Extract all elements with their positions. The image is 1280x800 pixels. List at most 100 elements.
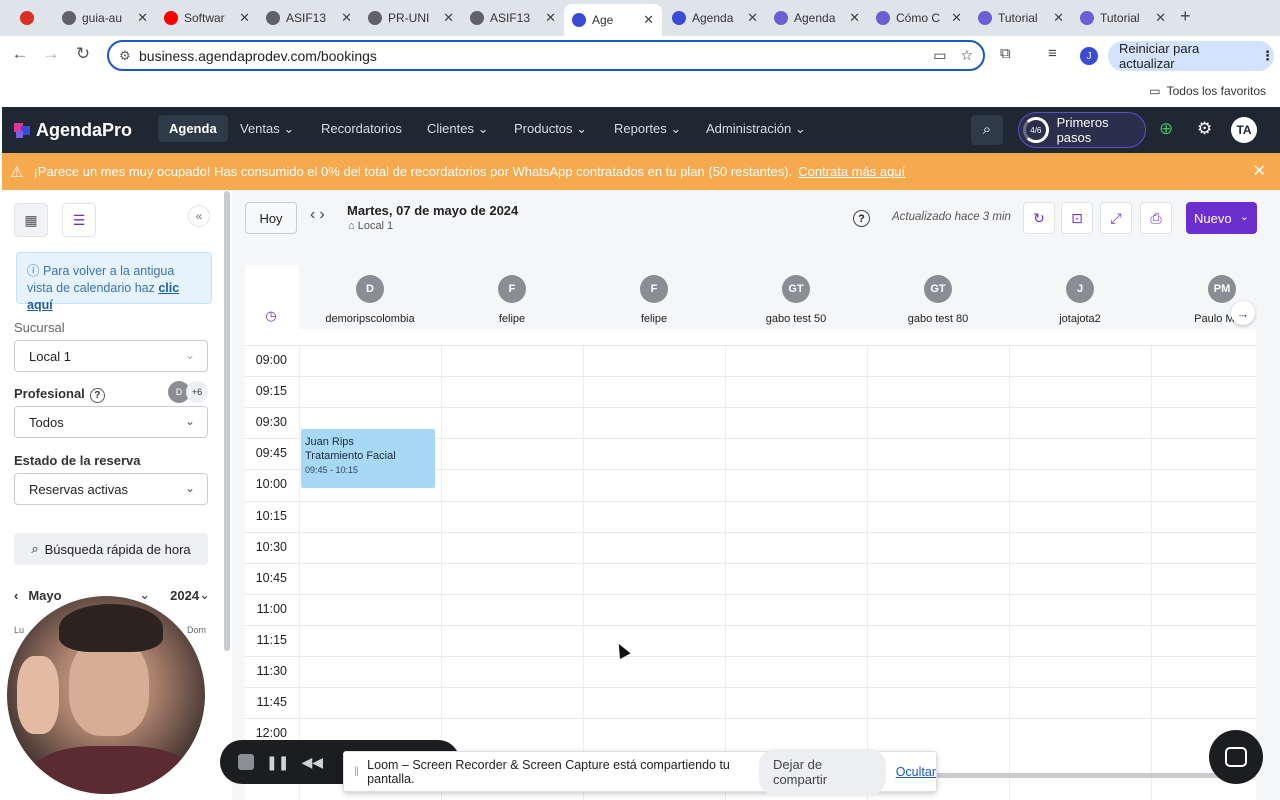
media-icon[interactable]: ≡ bbox=[1048, 45, 1057, 62]
collapse-sidebar-icon[interactable]: « bbox=[188, 205, 210, 227]
refresh-icon[interactable]: ↻ bbox=[1023, 202, 1055, 234]
progress-ring: 4/6 bbox=[1023, 117, 1049, 143]
forward-icon[interactable]: → bbox=[39, 44, 63, 64]
date-nav-arrows[interactable]: ‹› bbox=[310, 206, 329, 224]
extensions-icon[interactable]: ⧉ bbox=[1000, 45, 1011, 62]
help-icon[interactable]: ? bbox=[853, 210, 870, 227]
print-icon[interactable]: ⎙ bbox=[1140, 202, 1172, 234]
browser-tab[interactable]: ASIF13 ✕ bbox=[258, 4, 360, 32]
prev-month-icon[interactable]: ‹ bbox=[14, 588, 18, 603]
browser-tab[interactable]: Tutorial ✕ bbox=[970, 4, 1072, 32]
browser-tab[interactable] bbox=[12, 4, 54, 32]
close-tab-icon[interactable]: ✕ bbox=[137, 10, 148, 26]
new-booking-button[interactable]: Nuevo ⌄ bbox=[1186, 202, 1257, 234]
back-icon[interactable]: ← bbox=[8, 44, 32, 64]
nav-productos[interactable]: Productos ⌄ bbox=[514, 121, 587, 137]
chevron-down-icon: ⌄ bbox=[184, 348, 195, 362]
rewind-icon[interactable]: ◀◀ bbox=[301, 754, 323, 771]
browser-tab[interactable]: Agenda ✕ bbox=[664, 4, 766, 32]
close-tab-icon[interactable]: ✕ bbox=[545, 10, 556, 26]
close-tab-icon[interactable]: ✕ bbox=[643, 12, 654, 28]
new-tab-button[interactable]: + bbox=[1180, 6, 1191, 27]
camera-icon[interactable]: ▭ bbox=[933, 47, 946, 64]
close-tab-icon[interactable]: ✕ bbox=[747, 10, 758, 26]
stop-recording-icon[interactable] bbox=[238, 754, 254, 770]
close-tab-icon[interactable]: ✕ bbox=[443, 10, 454, 26]
drag-handle-icon[interactable]: ‖ bbox=[354, 765, 359, 779]
close-icon[interactable]: ✕ bbox=[1253, 161, 1266, 181]
tab-title: Agenda bbox=[692, 11, 734, 25]
month-select[interactable]: Mayo bbox=[28, 588, 61, 603]
help-icon[interactable]: ? bbox=[89, 388, 105, 403]
pause-icon[interactable]: ❚❚ bbox=[266, 754, 289, 771]
tab-favicon-icon bbox=[978, 11, 992, 25]
nav-agenda[interactable]: Agenda bbox=[158, 115, 228, 142]
user-avatar[interactable]: TA bbox=[1231, 117, 1257, 143]
close-tab-icon[interactable]: ✕ bbox=[1155, 10, 1166, 26]
close-tab-icon[interactable]: ✕ bbox=[1053, 10, 1064, 26]
browser-tab-strip: + guia-au ✕ Softwar ✕ ASIF13 ✕ PR-UNI ✕ ASIF13 ✕ A… bbox=[0, 0, 1280, 36]
browser-tab[interactable]: Softwar ✕ bbox=[156, 4, 258, 32]
banner-link[interactable]: Contrata más aquí bbox=[798, 164, 905, 179]
gear-icon[interactable]: ⚙ bbox=[1197, 119, 1212, 139]
next-professionals-icon[interactable]: → bbox=[1231, 301, 1255, 325]
nav-reportes[interactable]: Reportes ⌄ bbox=[614, 121, 681, 137]
calendar-view-icon[interactable]: ▦ bbox=[14, 203, 48, 237]
all-bookmarks-button[interactable]: ▭ Todos los favoritos bbox=[1149, 84, 1266, 98]
professional-column-header[interactable]: PM Paulo Mo... bbox=[1151, 265, 1280, 329]
status-select[interactable]: Reservas activas ⌄ bbox=[14, 473, 208, 505]
nav-recordatorios[interactable]: Recordatorios bbox=[321, 121, 402, 136]
professional-column-header[interactable]: Ffelipe bbox=[441, 265, 583, 329]
reload-icon[interactable]: ↻ bbox=[71, 44, 95, 64]
close-tab-icon[interactable]: ✕ bbox=[239, 10, 250, 26]
site-info-icon[interactable]: ⚙ bbox=[119, 48, 131, 64]
browser-tab[interactable]: guia-au ✕ bbox=[54, 4, 156, 32]
stop-sharing-button[interactable]: Dejar de compartir bbox=[758, 748, 886, 795]
clock-icon[interactable]: ◷ bbox=[245, 305, 297, 327]
browser-tab[interactable]: ASIF13 ✕ bbox=[462, 4, 564, 32]
bookmark-star-icon[interactable]: ☆ bbox=[960, 47, 973, 64]
globe-icon[interactable]: ⊕ bbox=[1159, 119, 1173, 139]
close-tab-icon[interactable]: ✕ bbox=[849, 10, 860, 26]
nav-clientes[interactable]: Clientes ⌄ bbox=[427, 121, 488, 137]
address-bar[interactable]: ⚙ business.agendaprodev.com/bookings ▭ ☆ bbox=[107, 40, 985, 71]
professional-column-header[interactable]: Ddemoripscolombia bbox=[299, 265, 441, 329]
relaunch-update-button[interactable]: Reiniciar para actualizar ⋮ bbox=[1108, 41, 1274, 71]
chat-icon[interactable] bbox=[1209, 730, 1263, 784]
browser-tab[interactable]: Agenda ✕ bbox=[766, 4, 868, 32]
professional-column-header[interactable]: GT gabo test 50 bbox=[725, 265, 867, 329]
professional-select[interactable]: Todos ⌄ bbox=[14, 406, 208, 438]
tab-title: Cómo C bbox=[896, 11, 941, 25]
browser-tab[interactable]: Cómo C ✕ bbox=[868, 4, 970, 32]
professional-column-header[interactable]: Ffelipe bbox=[583, 265, 725, 329]
tab-title: PR-UNI bbox=[388, 11, 430, 25]
avatar: GT bbox=[782, 275, 810, 303]
tab-title: ASIF13 bbox=[490, 11, 531, 25]
booking-event[interactable]: Juan Rips Tratamiento Facial 09:45 - 10:… bbox=[301, 429, 435, 488]
list-view-icon[interactable]: ☰ bbox=[62, 203, 96, 237]
fullscreen-icon[interactable]: ⤢ bbox=[1100, 202, 1132, 234]
browser-tab[interactable]: PR-UNI ✕ bbox=[360, 4, 462, 32]
today-button[interactable]: Hoy bbox=[245, 202, 297, 234]
year-select[interactable]: 2024 bbox=[170, 588, 199, 603]
close-tab-icon[interactable]: ✕ bbox=[951, 10, 962, 26]
sidebar-scrollbar[interactable] bbox=[224, 191, 232, 800]
nav-ventas[interactable]: Ventas ⌄ bbox=[240, 121, 294, 137]
chevron-down-icon: ⌄ bbox=[1239, 211, 1249, 223]
professional-column-header[interactable]: GT gabo test 80 bbox=[867, 265, 1009, 329]
search-icon[interactable]: ⌕ bbox=[971, 115, 1003, 145]
browser-tab[interactable]: Tutorial ✕ bbox=[1072, 4, 1174, 32]
close-tab-icon[interactable]: ✕ bbox=[341, 10, 352, 26]
quick-search-button[interactable]: ⌕ Búsqueda rápida de hora bbox=[14, 533, 208, 565]
zoom-icon[interactable]: ⊡ bbox=[1061, 202, 1093, 234]
more-menu-icon[interactable]: ⋮ bbox=[1261, 48, 1274, 64]
nav-administracion[interactable]: Administración ⌄ bbox=[706, 121, 806, 137]
hide-link[interactable]: Ocultar bbox=[896, 765, 936, 779]
first-steps-button[interactable]: 4/6 Primeros pasos bbox=[1018, 112, 1146, 148]
browser-tab[interactable]: Age ✕ bbox=[564, 4, 662, 36]
professional-column-header[interactable]: Jjotajota2 bbox=[1009, 265, 1151, 329]
row-divider bbox=[245, 718, 1256, 720]
branch-select[interactable]: Local 1 ⌄ bbox=[14, 340, 208, 372]
profile-avatar[interactable]: J bbox=[1080, 47, 1098, 65]
agendapro-logo[interactable]: AgendaPro bbox=[14, 120, 132, 141]
